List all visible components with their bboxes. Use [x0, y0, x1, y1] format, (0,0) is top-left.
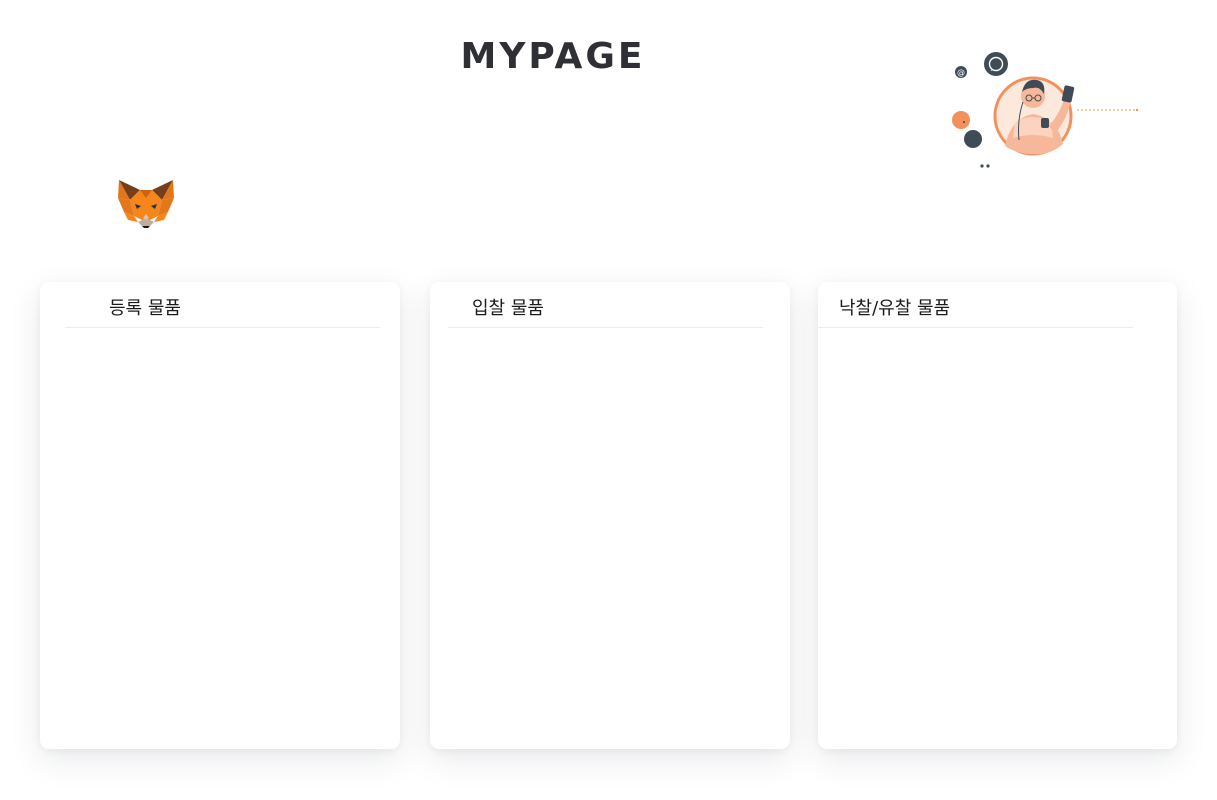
panel-header: 입찰 물품: [448, 282, 763, 328]
person-phone-illustration: @: [952, 52, 1139, 168]
panel-title: 등록 물품: [109, 298, 181, 319]
mypage: MYPAGE @ 등록 물품 입찰 물품 낙찰/유찰 물품: [0, 0, 1217, 800]
panel-header: 등록 물품: [65, 282, 380, 328]
panel-title: 낙찰/유찰 물품: [839, 298, 951, 319]
won-failed-items-panel: 낙찰/유찰 물품: [818, 282, 1177, 749]
won-failed-items-list: [818, 329, 1177, 749]
panel-header: 낙찰/유찰 물품: [818, 282, 1133, 328]
panel-title: 입찰 물품: [472, 298, 544, 319]
metamask-fox-icon[interactable]: [116, 176, 176, 228]
bid-items-list: [430, 329, 790, 749]
bid-items-panel: 입찰 물품: [430, 282, 790, 749]
registered-items-list: [40, 329, 400, 749]
registered-items-panel: 등록 물품: [40, 282, 400, 749]
svg-text:@: @: [957, 68, 965, 77]
page-title: MYPAGE: [460, 36, 646, 77]
